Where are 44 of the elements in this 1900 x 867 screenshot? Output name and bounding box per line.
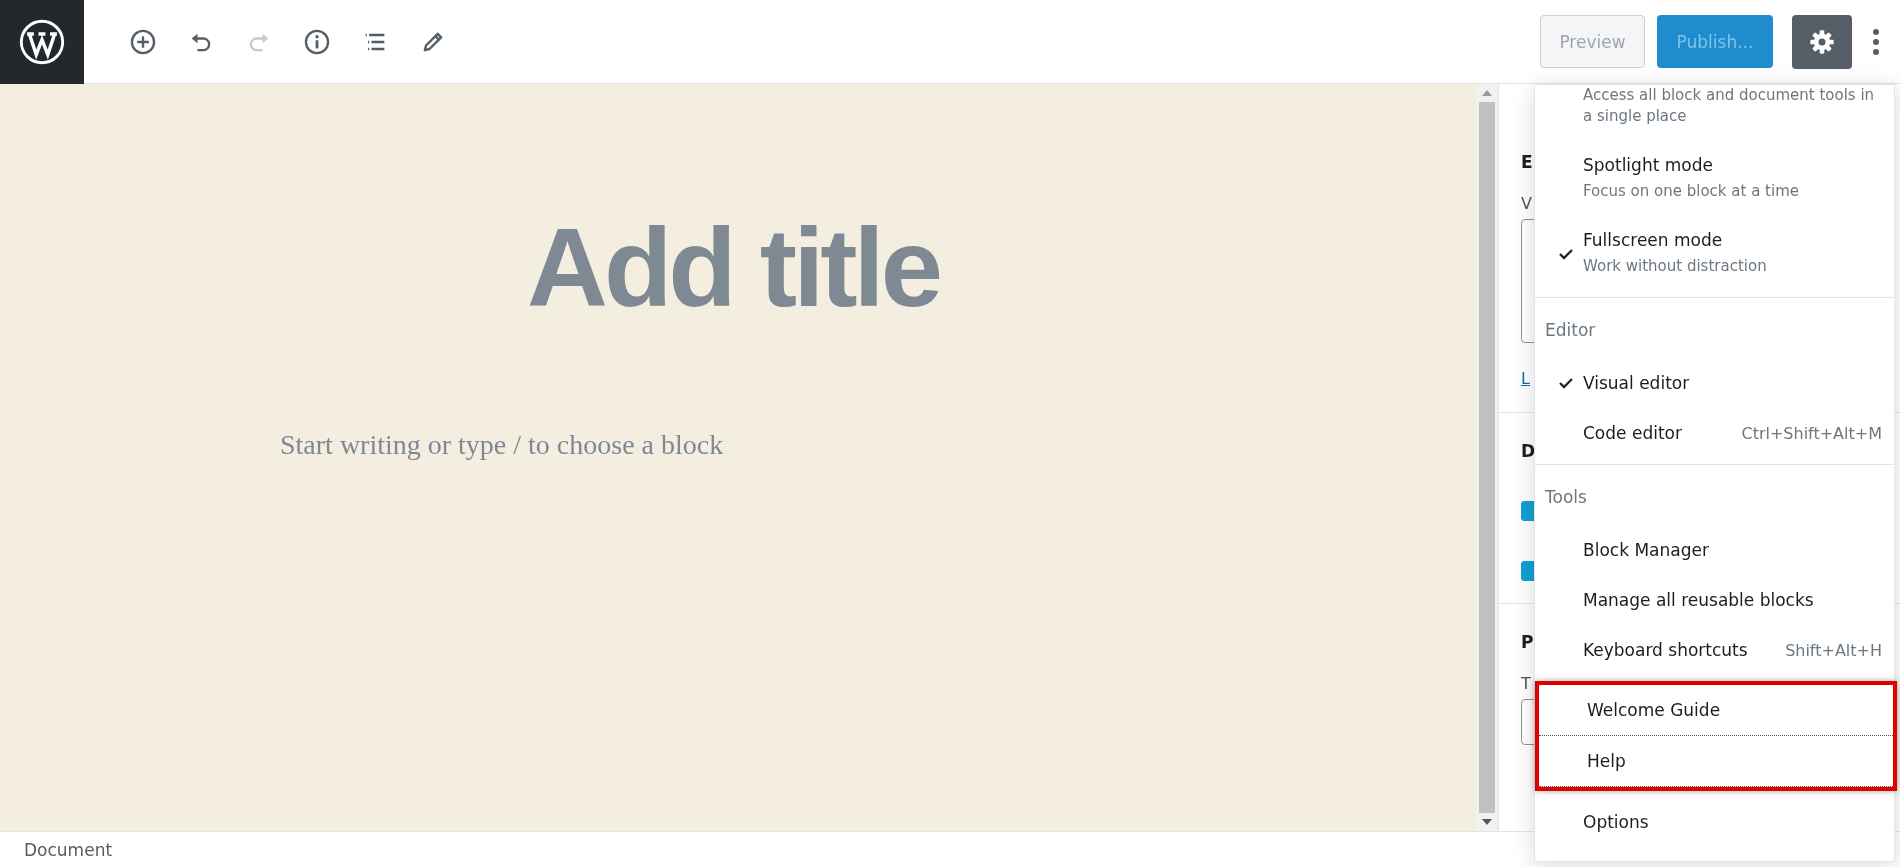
menu-item[interactable]: Options [1535, 797, 1894, 847]
wordpress-logo[interactable] [0, 0, 84, 84]
field-label: V [1521, 194, 1533, 213]
menu-item-label: Fullscreen mode [1583, 230, 1724, 250]
menu-icon [1872, 27, 1880, 56]
menu-section-heading: Tools [1544, 486, 1588, 509]
menu-item[interactable]: Spotlight mode Focus on one block at a time [1535, 141, 1894, 216]
menu-item-label: Visual editor [1583, 373, 1691, 393]
menu-item-label: Manage all reusable blocks [1583, 590, 1815, 610]
menu-item[interactable]: Help [1539, 736, 1893, 787]
menu-item[interactable]: Code editor Ctrl+Shift+Alt+M [1535, 408, 1894, 458]
menu-item-description: Focus on one block at a time [1583, 181, 1800, 202]
wordpress-icon [19, 18, 65, 65]
shortcut-label: Ctrl+Shift+Alt+M [1741, 423, 1882, 443]
settings-icon [1808, 27, 1836, 56]
menu-item-label: Block Manager [1583, 540, 1710, 560]
menu-item-description: Work without distraction [1583, 256, 1768, 277]
menu-item[interactable]: Visual editor [1535, 358, 1894, 408]
menu-section-heading: Editor [1544, 319, 1597, 342]
menu-item-label: Welcome Guide [1587, 700, 1722, 720]
menu-item-label: Code editor [1583, 423, 1683, 443]
breadcrumb[interactable]: Document [24, 839, 113, 860]
menu-item[interactable]: Fullscreen mode Work without distraction [1535, 216, 1894, 291]
menu-item[interactable]: Block Manager [1535, 525, 1894, 575]
plus-circle-icon [129, 27, 157, 56]
scroll-up-icon [1482, 90, 1492, 96]
menu-item-label: Options [1583, 812, 1650, 832]
checkmark-icon [1559, 377, 1573, 389]
menu-item-label: Keyboard shortcuts [1583, 640, 1749, 660]
info-icon [303, 27, 331, 56]
checkmark-icon [1559, 247, 1573, 260]
field-label: T [1521, 674, 1532, 693]
menu-item[interactable]: Manage all reusable blocks [1535, 575, 1894, 625]
scroll-down-icon [1482, 819, 1492, 825]
menu-item-label: Spotlight mode [1583, 155, 1714, 175]
menu-item-description: Access all block and document tools in a single place [1583, 85, 1876, 127]
scroll-thumb[interactable] [1479, 102, 1495, 813]
settings-button[interactable] [1792, 14, 1852, 69]
menu-item[interactable]: Access all block and document tools in a single place [1535, 85, 1894, 141]
shortcut-label: Shift+Alt+H [1785, 640, 1882, 660]
menu-item-label: Help [1587, 751, 1627, 771]
scrollbar[interactable] [1476, 84, 1498, 831]
menu-item[interactable]: Keyboard shortcuts Shift+Alt+H [1535, 625, 1894, 675]
menu-item[interactable]: Welcome Guide [1539, 685, 1893, 736]
